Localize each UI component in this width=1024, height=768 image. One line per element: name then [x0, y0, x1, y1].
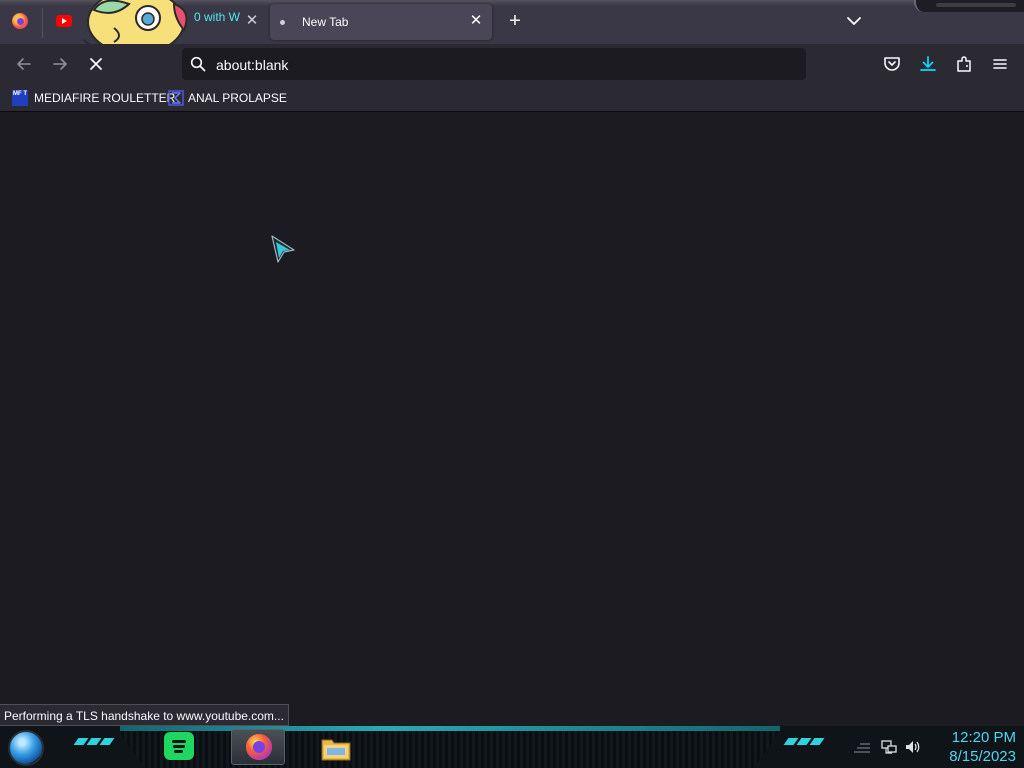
- network-icon[interactable]: [880, 738, 898, 756]
- start-orb-button[interactable]: [8, 730, 44, 766]
- window-frame-decoration: [914, 0, 1024, 12]
- youtube-icon: [56, 15, 72, 27]
- arrow-right-icon[interactable]: [50, 54, 70, 74]
- taskbar-accent-rail: [120, 726, 780, 731]
- close-tab-icon[interactable]: ✕: [244, 13, 260, 29]
- system-clock[interactable]: 12:20 PM 8/15/2023: [930, 728, 1016, 766]
- tab-title: New Tab: [302, 15, 349, 29]
- spotify-icon[interactable]: [164, 732, 194, 760]
- file-explorer-icon[interactable]: [320, 734, 352, 762]
- close-icon[interactable]: [86, 54, 106, 74]
- url-text[interactable]: about:blank: [216, 57, 288, 73]
- pocket-icon[interactable]: [882, 54, 902, 74]
- extensions-icon[interactable]: [954, 54, 974, 74]
- chevron-down-icon[interactable]: [844, 11, 864, 31]
- download-icon[interactable]: [918, 54, 938, 74]
- clock-time: 12:20 PM: [951, 729, 1016, 746]
- status-panel: Performing a TLS handshake to www.youtub…: [0, 704, 289, 726]
- show-hidden-icons-icon[interactable]: [852, 738, 872, 756]
- page-content[interactable]: [0, 113, 1024, 725]
- firefox-icon[interactable]: [12, 13, 28, 29]
- taskbar-center-panel: [118, 731, 780, 768]
- tab-title: 0 with W: [194, 10, 240, 24]
- clock-date: 8/15/2023: [949, 748, 1016, 765]
- mediafire-icon: MF T: [12, 90, 28, 106]
- menu-icon[interactable]: [990, 54, 1010, 74]
- new-tab-button[interactable]: +: [504, 11, 526, 33]
- search-icon: [190, 56, 206, 72]
- bookmark-label: ANAL PROLAPSE: [188, 91, 287, 105]
- loading-dot-icon: [280, 20, 285, 25]
- tab-separator: [42, 8, 43, 38]
- bookmarks-toolbar: MF T MEDIAFIRE ROULETTER ANAL PROLAPSE: [0, 84, 1024, 112]
- navigation-toolbar: about:blank: [0, 44, 1024, 84]
- volume-icon[interactable]: [904, 738, 922, 756]
- sigma-icon: [168, 90, 184, 106]
- tab-new-tab[interactable]: New Tab ✕: [270, 4, 492, 40]
- bookmark-anal-prolapse[interactable]: ANAL PROLAPSE: [168, 89, 287, 107]
- taskbar-chevrons-right: [783, 738, 825, 750]
- bookmark-mediafire-rouletter[interactable]: MF T MEDIAFIRE ROULETTER: [12, 89, 175, 107]
- taskbar-chevrons-left: [73, 738, 115, 750]
- url-bar[interactable]: about:blank: [182, 48, 806, 80]
- arrow-left-icon[interactable]: [14, 54, 34, 74]
- firefox-icon[interactable]: [244, 732, 274, 762]
- mouse-cursor-icon: [271, 235, 295, 263]
- close-tab-icon[interactable]: ✕: [468, 13, 484, 29]
- bookmark-label: MEDIAFIRE ROULETTER: [34, 91, 176, 105]
